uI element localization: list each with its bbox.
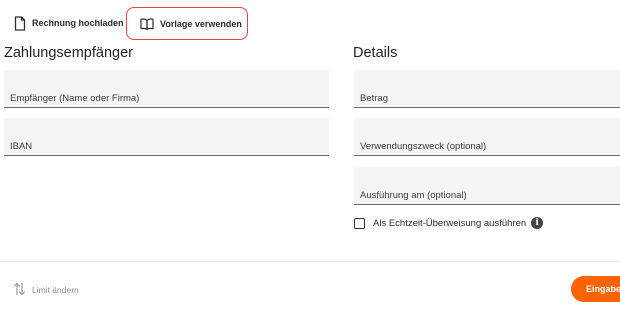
book-icon — [140, 17, 154, 30]
purpose-input[interactable] — [360, 139, 614, 153]
document-icon — [14, 15, 26, 31]
instant-transfer-checkbox[interactable] — [354, 217, 365, 229]
submit-button[interactable]: Eingaben — [571, 276, 620, 302]
swap-arrows-icon — [13, 282, 26, 298]
use-template-label: Vorlage verwenden — [160, 18, 242, 29]
use-template-button[interactable]: Vorlage verwenden — [126, 7, 248, 40]
instant-transfer-label[interactable]: Als Echtzeit-Überweisung ausführen — [373, 218, 526, 229]
amount-field — [354, 70, 620, 108]
footer-divider — [0, 261, 620, 262]
iban-input[interactable] — [10, 139, 323, 153]
execution-date-field — [354, 167, 620, 205]
purpose-field — [354, 118, 620, 156]
upload-invoice-button[interactable]: Rechnung hochladen — [14, 15, 124, 31]
transfer-form-page: Rechnung hochladen Vorlage verwenden Zah… — [0, 0, 620, 315]
iban-field — [4, 118, 329, 156]
amount-input[interactable] — [360, 91, 614, 105]
recipient-section-title: Zahlungsempfänger — [4, 45, 133, 61]
info-icon[interactable]: i — [531, 217, 544, 229]
execution-date-input[interactable] — [360, 188, 614, 202]
change-limit-button[interactable]: Limit ändern — [13, 282, 79, 298]
change-limit-label: Limit ändern — [32, 285, 79, 295]
recipient-name-input[interactable] — [10, 91, 323, 105]
details-section-title: Details — [353, 45, 398, 61]
upload-invoice-label: Rechnung hochladen — [32, 18, 124, 28]
instant-transfer-option: Als Echtzeit-Überweisung ausführen i — [354, 217, 544, 229]
recipient-name-field — [4, 70, 329, 108]
